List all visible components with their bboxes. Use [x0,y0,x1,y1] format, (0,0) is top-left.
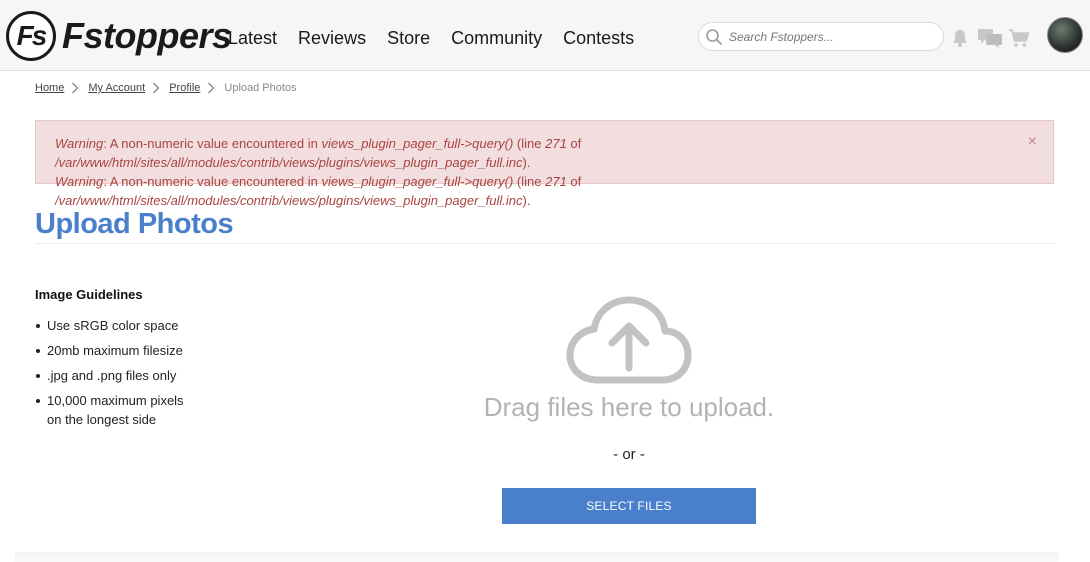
chevron-right-icon [152,82,162,94]
nav-store[interactable]: Store [387,28,430,49]
alert-label: Warning [55,174,104,189]
logo-mark: Fs [6,11,56,61]
image-guidelines: Image Guidelines Use sRGB color space 20… [35,287,235,435]
nav-reviews[interactable]: Reviews [298,28,366,49]
breadcrumb-current: Upload Photos [224,82,297,94]
breadcrumb-my-account[interactable]: My Account [88,82,145,94]
alert-line-number: 271 [545,174,567,189]
nav-contests[interactable]: Contests [563,28,634,49]
alert-line: Warning: A non-numeric value encountered… [55,172,1053,210]
alert-line: Warning: A non-numeric value encountered… [55,134,1053,172]
site-header: Fs Fstoppers Latest Reviews Store Commun… [0,0,1090,71]
alert-text: (line [513,136,546,151]
guidelines-heading: Image Guidelines [35,287,143,302]
page-title: Upload Photos [35,208,234,240]
main-nav: Latest Reviews Store Community Contests [228,28,634,49]
search-input[interactable] [729,29,929,44]
nav-community[interactable]: Community [451,28,542,49]
alert-text: : A non-numeric value encountered in [103,136,322,151]
or-separator: - or - [613,446,645,463]
drop-zone-text: Drag files here to upload. [483,392,775,422]
alert-func: views_plugin_pager_full->query() [321,174,514,189]
list-item: .jpg and .png files only [35,366,235,385]
alert-text: of [566,174,582,189]
footer-edge [15,552,1059,562]
chat-icon[interactable] [977,28,1003,48]
list-item: 20mb maximum filesize [35,341,235,360]
alert-text: ). [522,193,531,208]
guidelines-list: Use sRGB color space 20mb maximum filesi… [35,316,235,429]
breadcrumb-home[interactable]: Home [35,82,64,94]
alert-text: : A non-numeric value encountered in [103,174,322,189]
alert-func: views_plugin_pager_full->query() [321,136,514,151]
list-item: 10,000 maximum pixels on the longest sid… [35,391,185,429]
cloud-upload-icon[interactable] [566,296,692,386]
logo-wordmark: Fstoppers [62,15,232,56]
alert-path: /var/www/html/sites/all/modules/contrib/… [55,155,523,170]
breadcrumb-profile[interactable]: Profile [169,82,200,94]
alert-label: Warning [55,136,104,151]
alert-path: /var/www/html/sites/all/modules/contrib/… [55,193,523,208]
alert-text: of [566,136,582,151]
alert-text: (line [513,174,546,189]
close-icon[interactable]: × [1028,132,1037,151]
bell-icon[interactable] [950,28,970,48]
warning-alert: Warning: A non-numeric value encountered… [35,120,1054,208]
select-files-button[interactable]: SELECT FILES [502,488,756,524]
search-box[interactable] [698,22,944,51]
search-icon [706,28,722,45]
alert-text: ). [522,155,531,170]
chevron-right-icon [207,82,217,94]
title-divider [35,243,1054,244]
site-logo[interactable]: Fs Fstoppers [6,10,232,62]
chevron-right-icon [71,82,81,94]
cart-icon[interactable] [1008,28,1030,48]
nav-latest[interactable]: Latest [228,28,277,49]
breadcrumb: Home My Account Profile Upload Photos [35,82,297,94]
list-item: Use sRGB color space [35,316,235,335]
alert-line-number: 271 [545,136,567,151]
user-avatar[interactable] [1047,17,1083,53]
